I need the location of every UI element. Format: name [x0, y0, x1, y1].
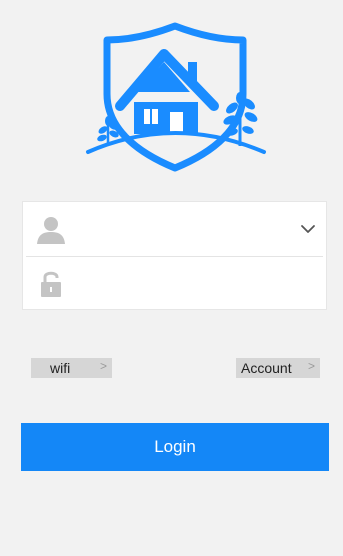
wifi-settings-button[interactable]: wifi > — [31, 358, 112, 378]
login-form — [22, 201, 327, 310]
house-body — [134, 102, 198, 134]
user-icon — [37, 217, 65, 244]
lock-icon — [41, 271, 61, 297]
password-row — [23, 256, 326, 310]
username-row — [23, 202, 326, 256]
username-input[interactable] — [78, 214, 293, 244]
chevron-right-icon: > — [99, 359, 107, 373]
chevron-down-icon[interactable] — [298, 219, 318, 239]
chevron-right-icon: > — [307, 359, 315, 373]
shield-house-logo — [86, 22, 266, 172]
house-chimney — [188, 62, 197, 82]
login-button[interactable]: Login — [21, 423, 329, 471]
password-input[interactable] — [78, 268, 293, 298]
account-button[interactable]: Account > — [236, 358, 320, 378]
account-label: Account — [241, 360, 292, 376]
wifi-label: wifi — [50, 360, 71, 376]
house-door — [170, 112, 183, 134]
